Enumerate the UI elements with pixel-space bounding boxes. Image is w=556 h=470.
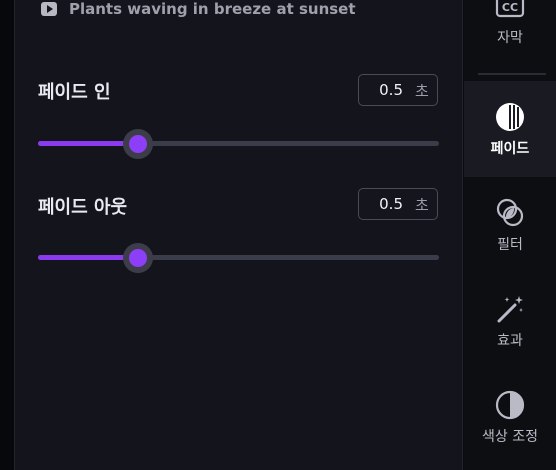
clip-header: Plants waving in breeze at sunset (41, 0, 356, 18)
tab-filter[interactable]: 필터 (464, 177, 556, 273)
tab-color-adjust-label: 색상 조정 (482, 428, 538, 445)
fade-settings-panel: Plants waving in breeze at sunset 페이드 인 … (14, 0, 463, 470)
fade-icon (496, 102, 524, 131)
fade-in-label: 페이드 인 (38, 82, 111, 103)
tab-effects[interactable]: 효과 (464, 273, 556, 369)
fade-out-duration-value: 0.5 (379, 195, 403, 213)
color-adjust-icon (495, 390, 525, 419)
fade-out-slider[interactable] (38, 243, 439, 273)
svg-text:CC: CC (502, 1, 518, 14)
tab-captions-label: 자막 (497, 29, 523, 46)
fade-out-duration-unit: 초 (415, 195, 429, 214)
tab-captions[interactable]: CC 자막 (464, 0, 556, 66)
fade-in-duration-unit: 초 (415, 81, 429, 100)
fade-out-slider-handle[interactable] (123, 243, 154, 273)
tab-fade-label: 페이드 (490, 140, 530, 157)
magic-wand-icon (497, 295, 523, 322)
fade-in-duration-value: 0.5 (379, 81, 403, 99)
left-edge-strip (0, 0, 14, 470)
fade-in-duration-input[interactable]: 0.5 초 (358, 74, 438, 106)
sidebar-divider (478, 73, 546, 75)
filter-icon (496, 198, 524, 226)
fade-out-duration-input[interactable]: 0.5 초 (358, 188, 438, 220)
closed-captions-icon: CC (495, 0, 525, 17)
tab-fade[interactable]: 페이드 (464, 81, 556, 177)
clip-title: Plants waving in breeze at sunset (69, 0, 356, 18)
fade-out-label: 페이드 아웃 (38, 197, 128, 218)
tab-filter-label: 필터 (497, 236, 523, 253)
fade-in-slider[interactable] (38, 129, 439, 159)
tool-sidebar: CC 자막 페이드 필터 효과 색상 조정 (464, 0, 556, 470)
fade-in-slider-handle[interactable] (123, 129, 154, 159)
tab-color-adjust[interactable]: 색상 조정 (464, 369, 556, 465)
video-clip-icon (41, 2, 57, 16)
tab-effects-label: 효과 (497, 332, 523, 349)
